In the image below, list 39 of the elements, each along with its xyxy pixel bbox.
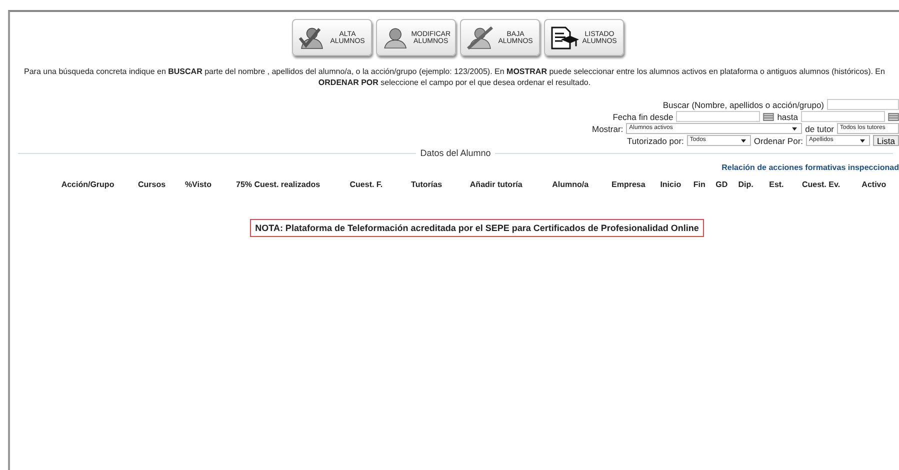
column-header: Dip. xyxy=(737,180,754,189)
accreditation-note: NOTA: Plataforma de Teleformación acreditada por el SEPE para Certificados de Profesionalidad Online xyxy=(250,219,704,237)
column-header: Fin xyxy=(692,180,706,189)
column-header: GD xyxy=(714,180,729,189)
show-label: Mostrar: xyxy=(592,124,624,134)
search-field[interactable] xyxy=(827,99,899,110)
date-to-label: hasta xyxy=(777,112,798,122)
column-header: Alumno/a xyxy=(551,180,590,189)
search-label: Buscar (Nombre, apellidos o acción/grupo) xyxy=(662,100,824,110)
calendar-icon[interactable] xyxy=(888,112,899,120)
column-header: Añadir tutoría xyxy=(468,180,524,189)
order-by-label: Ordenar Por: xyxy=(754,136,804,146)
column-header: Empresa xyxy=(610,180,646,189)
document-mortarboard-icon xyxy=(548,24,578,50)
column-header: Est. xyxy=(768,180,785,189)
column-header: Inicio xyxy=(659,180,682,189)
list-button[interactable]: Lista xyxy=(873,135,899,146)
tutor-label: de tutor xyxy=(805,124,834,134)
column-header: Cuest. Ev. xyxy=(800,180,842,189)
instructions-text: Para una búsqueda concreta indique en BUSCAR parte del nombre , apellidos del alumno/a, o la acción/grupo (ejemplo: 123/2005). En MOSTRAR puede seleccionar entre los alumnos activos en plataforma o antiguos alumnos (históricos). En xyxy=(23,66,886,77)
caret-icon xyxy=(860,139,866,143)
calendar-icon[interactable] xyxy=(763,112,774,120)
instructions-text: ORDENAR POR seleccione el campo por el que desea ordenar el resultado. xyxy=(317,77,592,88)
column-header: %Visto xyxy=(184,180,212,189)
column-header: Tutorías xyxy=(410,180,444,189)
caret-icon xyxy=(740,139,746,143)
date-from-label: Fecha fin desde xyxy=(612,112,674,122)
column-header: Activo xyxy=(860,180,888,189)
date-from-field[interactable] xyxy=(676,111,760,122)
column-header: Cuest. F. xyxy=(348,180,384,189)
report-link[interactable]: Relación de acciones formativas inspeccionad xyxy=(722,163,899,172)
tutored-by-label: Tutorizado por: xyxy=(627,136,684,146)
person-crossed-icon xyxy=(464,24,494,50)
column-header: 75% Cuest. realizados xyxy=(235,180,322,189)
section-title: Datos del Alumno xyxy=(420,148,491,158)
date-to-field[interactable] xyxy=(801,111,885,122)
column-header: Acción/Grupo xyxy=(60,180,116,189)
caret-icon xyxy=(792,127,798,131)
column-header: Cursos xyxy=(137,180,167,189)
